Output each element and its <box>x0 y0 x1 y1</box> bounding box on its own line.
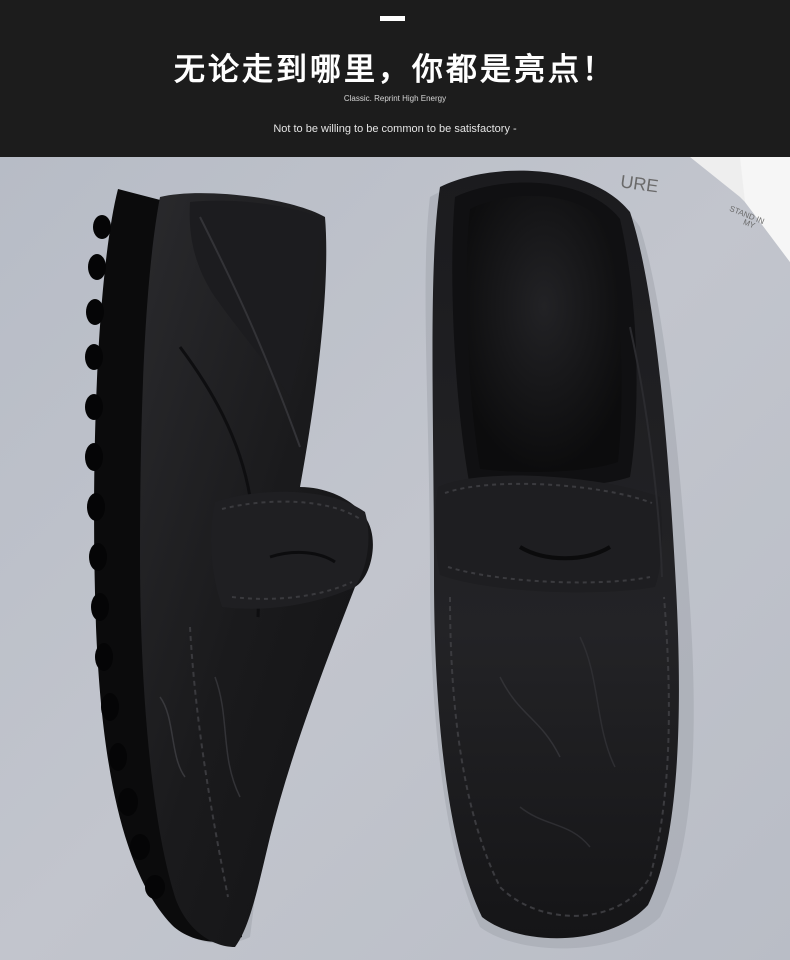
product-photo-svg: URE STAND IN MY <box>0 157 790 960</box>
header-banner: 无论走到哪里，你都是亮点！ Classic. Reprint High Ener… <box>0 0 790 157</box>
accent-bar <box>380 16 405 21</box>
subtitle: Classic. Reprint High Energy <box>343 94 447 103</box>
product-photo: URE STAND IN MY <box>0 157 790 960</box>
tagline: Not to be willing to be common to be sat… <box>273 123 517 135</box>
right-shoe <box>425 170 694 949</box>
headline: 无论走到哪里，你都是亮点！ <box>174 52 616 88</box>
